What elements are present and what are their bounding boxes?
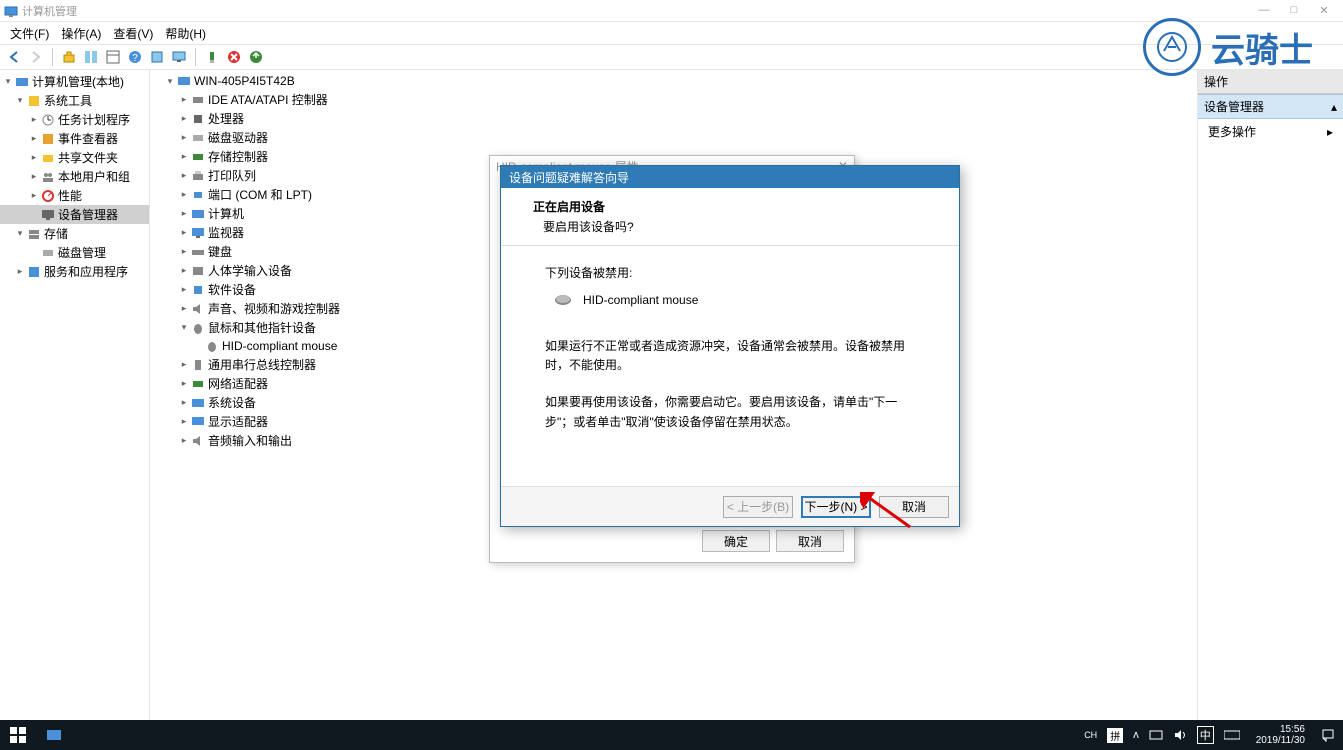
device-root[interactable]: ▾WIN-405P4I5T42B bbox=[150, 72, 1197, 90]
monitor-button[interactable] bbox=[169, 47, 189, 67]
watermark-icon bbox=[1143, 18, 1201, 76]
menu-help[interactable]: 帮助(H) bbox=[159, 23, 212, 44]
refresh-button[interactable] bbox=[147, 47, 167, 67]
view-button-1[interactable] bbox=[81, 47, 101, 67]
device-diskdrive[interactable]: ▸磁盘驱动器 bbox=[150, 128, 1197, 147]
system-tray: CH 拼 ʌ 中 15:56 2019/11/30 bbox=[1076, 724, 1343, 746]
device-processor[interactable]: ▸处理器 bbox=[150, 109, 1197, 128]
app-icon bbox=[4, 4, 18, 18]
toolbar: ? bbox=[0, 44, 1343, 70]
svg-text:?: ? bbox=[132, 53, 138, 64]
title-bar: 计算机管理 — □ ✕ bbox=[0, 0, 1343, 22]
tray-volume-icon[interactable] bbox=[1173, 728, 1187, 742]
wizard-heading: 正在启用设备 bbox=[533, 198, 939, 215]
tray-keyboard-icon[interactable] bbox=[1224, 729, 1240, 741]
tray-chevron-up-icon[interactable]: ʌ bbox=[1133, 729, 1139, 741]
enable-button[interactable] bbox=[246, 47, 266, 67]
tree-storage[interactable]: ▾存储 bbox=[0, 224, 149, 243]
tray-notifications-icon[interactable] bbox=[1321, 728, 1335, 742]
taskbar-app[interactable] bbox=[36, 720, 72, 750]
tree-services[interactable]: ▸服务和应用程序 bbox=[0, 262, 149, 281]
wizard-cancel-button[interactable]: 取消 bbox=[879, 496, 949, 518]
help-button[interactable]: ? bbox=[125, 47, 145, 67]
device-ide[interactable]: ▸IDE ATA/ATAPI 控制器 bbox=[150, 90, 1197, 109]
tray-ime-mode[interactable]: 中 bbox=[1197, 726, 1214, 744]
back-button[interactable] bbox=[4, 47, 24, 67]
wizard-body: 下列设备被禁用: HID-compliant mouse 如果运行不正常或者造成… bbox=[501, 246, 959, 486]
start-button[interactable] bbox=[0, 720, 36, 750]
tree-event-viewer[interactable]: ▸事件查看器 bbox=[0, 129, 149, 148]
tree-device-manager[interactable]: 设备管理器 bbox=[0, 205, 149, 224]
left-panel: ▾计算机管理(本地) ▾系统工具 ▸任务计划程序 ▸事件查看器 ▸共享文件夹 ▸… bbox=[0, 70, 150, 720]
up-button[interactable] bbox=[59, 47, 79, 67]
tree-shared-folders[interactable]: ▸共享文件夹 bbox=[0, 148, 149, 167]
tray-clock[interactable]: 15:56 2019/11/30 bbox=[1250, 724, 1311, 746]
menu-file[interactable]: 文件(F) bbox=[4, 23, 55, 44]
view-button-2[interactable] bbox=[103, 47, 123, 67]
wizard-back-button: < 上一步(B) bbox=[723, 496, 793, 518]
wizard-device-row: HID-compliant mouse bbox=[553, 293, 915, 307]
window-controls: — □ ✕ bbox=[1249, 4, 1339, 17]
forward-button[interactable] bbox=[26, 47, 46, 67]
disable-button[interactable] bbox=[224, 47, 244, 67]
maximize-button[interactable]: □ bbox=[1279, 4, 1309, 17]
tray-ime-lang[interactable]: CH bbox=[1084, 729, 1097, 741]
wizard-footer: < 上一步(B) 下一步(N) > 取消 bbox=[501, 486, 959, 526]
wizard-title: 设备问题疑难解答向导 bbox=[501, 166, 959, 188]
right-panel: 操作 设备管理器▴ 更多操作▸ bbox=[1198, 70, 1343, 720]
taskbar: CH 拼 ʌ 中 15:56 2019/11/30 bbox=[0, 720, 1343, 750]
close-button[interactable]: ✕ bbox=[1309, 4, 1339, 17]
tree-task-scheduler[interactable]: ▸任务计划程序 bbox=[0, 110, 149, 129]
watermark-text: 云骑士 bbox=[1211, 23, 1313, 72]
wizard-header: 正在启用设备 要启用该设备吗? bbox=[501, 188, 959, 246]
wizard-next-button[interactable]: 下一步(N) > bbox=[801, 496, 871, 518]
menu-action[interactable]: 操作(A) bbox=[55, 23, 107, 44]
chevron-up-icon: ▴ bbox=[1331, 100, 1337, 114]
more-actions[interactable]: 更多操作▸ bbox=[1198, 119, 1343, 144]
wizard-disabled-label: 下列设备被禁用: bbox=[545, 264, 915, 281]
tree-local-users[interactable]: ▸本地用户和组 bbox=[0, 167, 149, 186]
watermark: 云骑士 bbox=[1143, 18, 1313, 76]
tree-root[interactable]: ▾计算机管理(本地) bbox=[0, 72, 149, 91]
menu-view[interactable]: 查看(V) bbox=[107, 23, 159, 44]
properties-ok-button[interactable]: 确定 bbox=[702, 530, 770, 552]
actions-section[interactable]: 设备管理器▴ bbox=[1198, 94, 1343, 119]
wizard-device-name: HID-compliant mouse bbox=[583, 293, 698, 307]
minimize-button[interactable]: — bbox=[1249, 4, 1279, 17]
tray-ime-badge[interactable]: 拼 bbox=[1107, 728, 1123, 743]
properties-cancel-button[interactable]: 取消 bbox=[776, 530, 844, 552]
chevron-right-icon: ▸ bbox=[1327, 125, 1333, 139]
wizard-info-2: 如果要再使用该设备，你需要启动它。要启用该设备，请单击"下一步"；或者单击"取消… bbox=[545, 393, 915, 431]
tree-system-tools[interactable]: ▾系统工具 bbox=[0, 91, 149, 110]
tray-network-icon[interactable] bbox=[1149, 728, 1163, 742]
wizard-info-1: 如果运行不正常或者造成资源冲突，设备通常会被禁用。设备被禁用时，不能使用。 bbox=[545, 337, 915, 375]
tree-disk-mgmt[interactable]: 磁盘管理 bbox=[0, 243, 149, 262]
tree-performance[interactable]: ▸性能 bbox=[0, 186, 149, 205]
window-title: 计算机管理 bbox=[22, 3, 77, 19]
menu-bar: 文件(F) 操作(A) 查看(V) 帮助(H) bbox=[0, 22, 1343, 44]
plug-button[interactable] bbox=[202, 47, 222, 67]
mouse-icon bbox=[553, 293, 573, 307]
wizard-subheading: 要启用该设备吗? bbox=[543, 218, 939, 235]
wizard-dialog: 设备问题疑难解答向导 正在启用设备 要启用该设备吗? 下列设备被禁用: HID-… bbox=[500, 165, 960, 527]
